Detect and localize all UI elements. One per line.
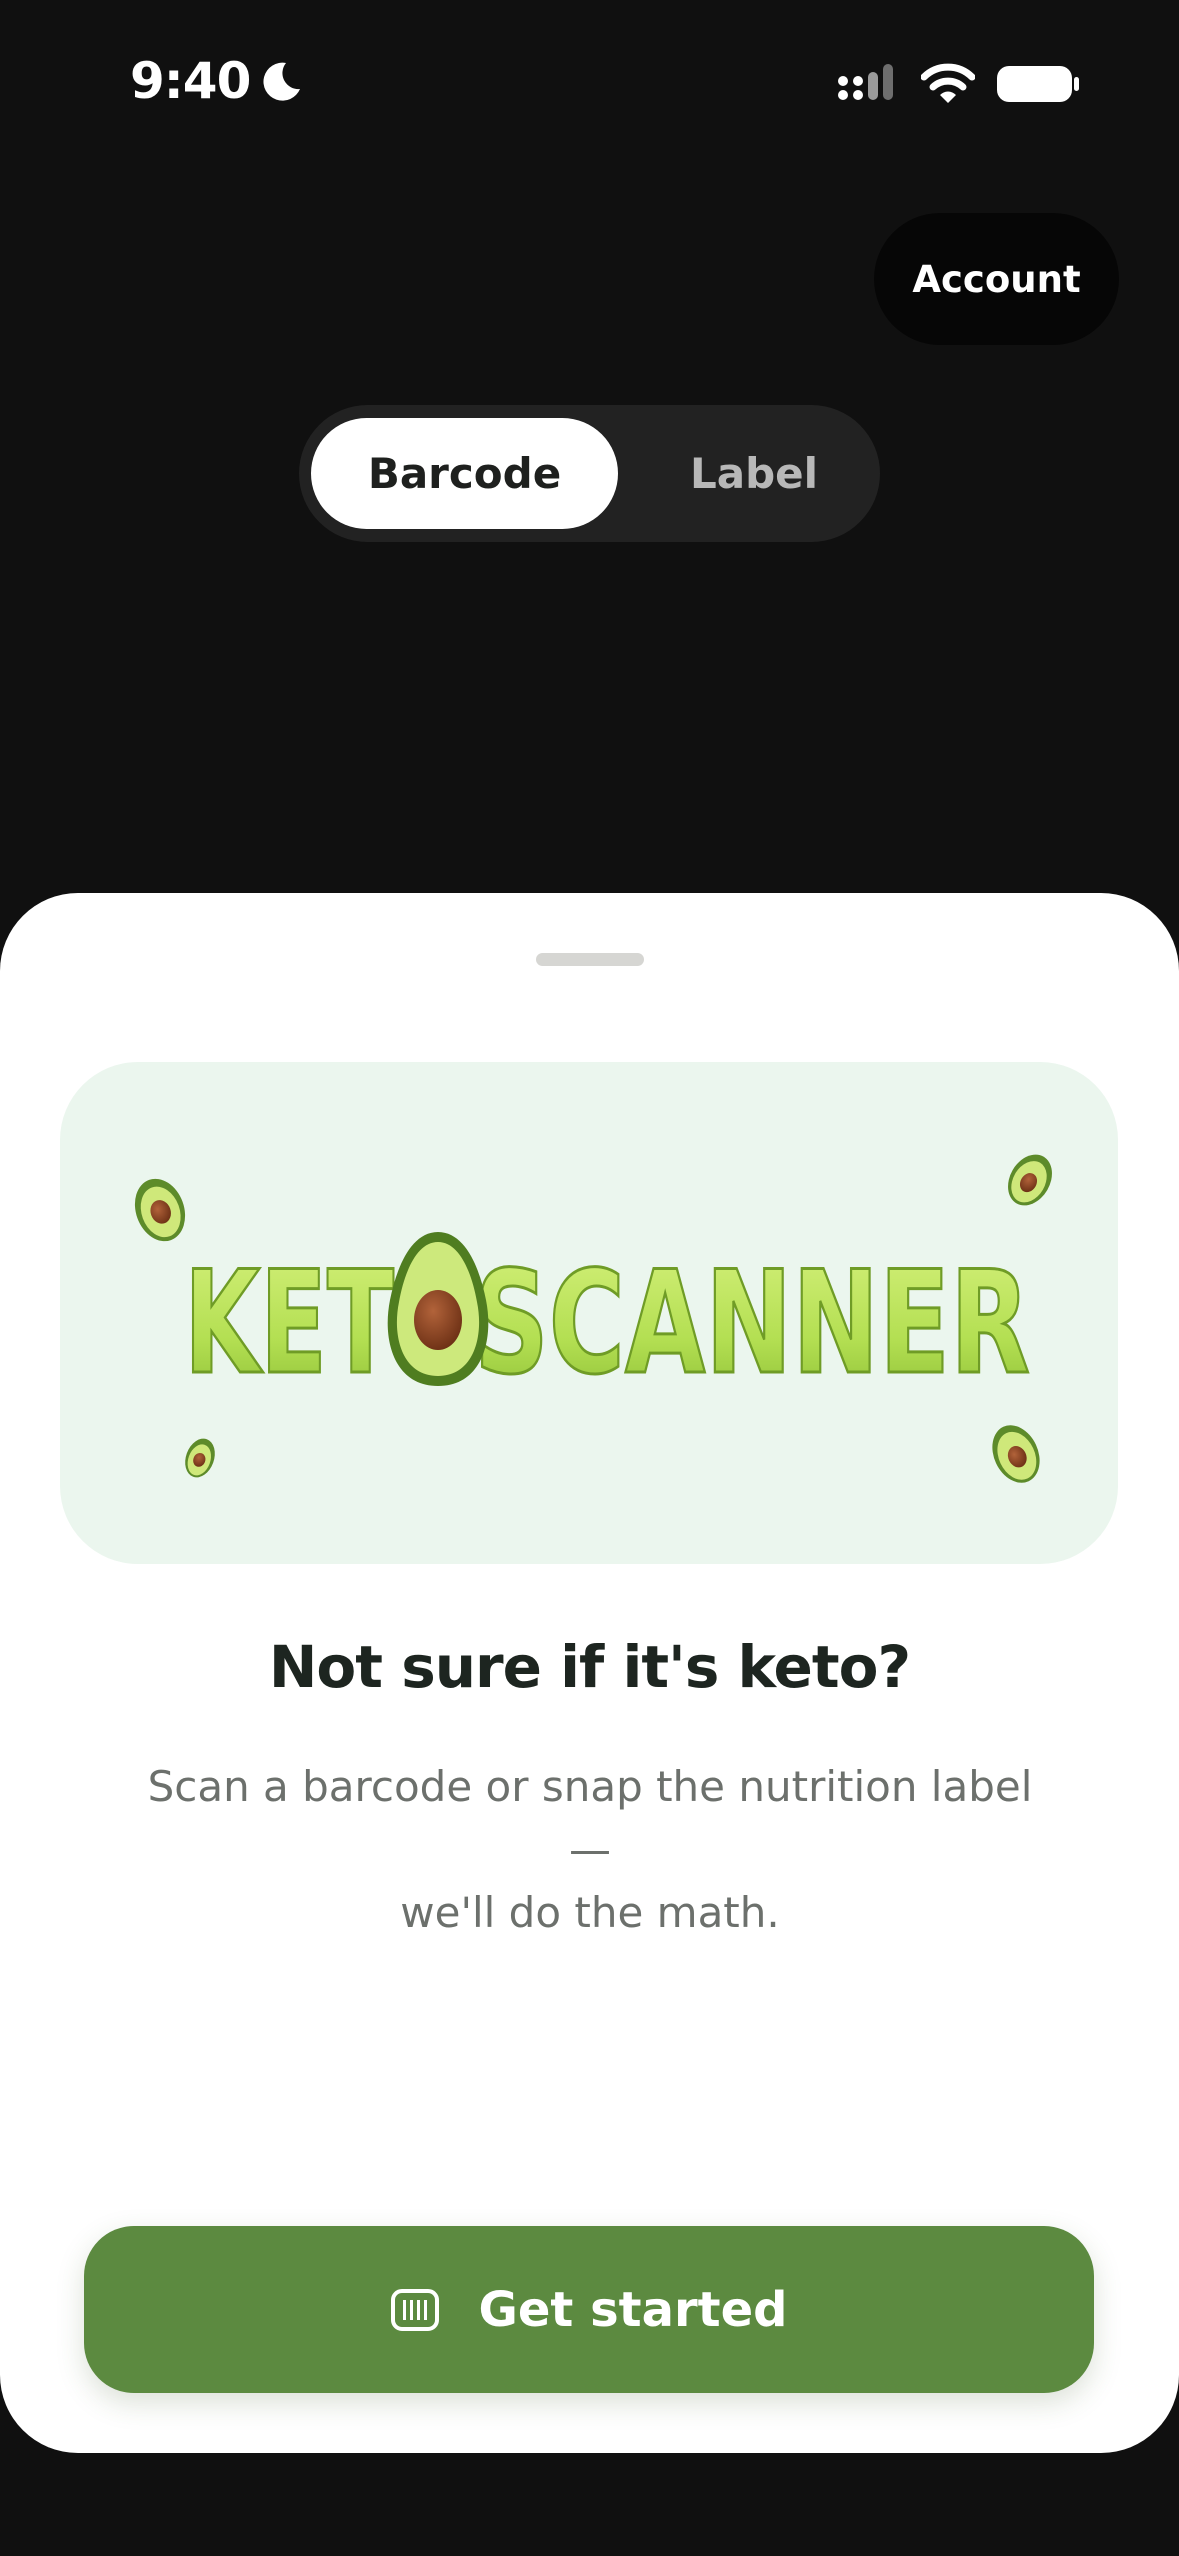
status-time: 9:40 bbox=[130, 52, 304, 110]
hero-banner: KET SCANNER bbox=[60, 1062, 1118, 1564]
svg-text:KET: KET bbox=[184, 1241, 394, 1406]
barcode-icon bbox=[391, 2288, 440, 2331]
mode-switch: Barcode Label bbox=[299, 405, 880, 542]
get-started-button[interactable]: Get started bbox=[84, 2226, 1094, 2393]
mode-tab-label[interactable]: Label bbox=[638, 418, 870, 529]
subtext-line-2: we'll do the math. bbox=[400, 1888, 780, 1937]
account-button[interactable]: Account bbox=[874, 213, 1119, 345]
battery-icon bbox=[997, 66, 1079, 102]
get-started-label: Get started bbox=[478, 2281, 788, 2338]
sheet-grabber[interactable] bbox=[536, 953, 644, 966]
mode-tab-barcode-label: Barcode bbox=[367, 449, 562, 498]
ketoscanner-logo: KET SCANNER bbox=[134, 1154, 1052, 1483]
logo-text: SCANNER bbox=[474, 1241, 1030, 1406]
avocado-icon bbox=[134, 1178, 186, 1242]
status-time-text: 9:40 bbox=[130, 52, 251, 110]
avocado-icon bbox=[992, 1425, 1040, 1483]
mode-tab-label-label: Label bbox=[689, 449, 819, 498]
account-button-label: Account bbox=[912, 257, 1081, 301]
wifi-icon bbox=[921, 63, 975, 103]
moon-icon bbox=[263, 62, 301, 101]
onboarding-sheet: KET SCANNER Not sure if it's keto? Scan … bbox=[0, 893, 1179, 2453]
status-icons bbox=[837, 62, 1079, 106]
subtext-line-1: Scan a barcode or snap the nutrition lab… bbox=[147, 1762, 1033, 1874]
app-screen: 9:40 Account Barcode Label KET SCANNER N… bbox=[0, 0, 1179, 2556]
signal-icon bbox=[838, 64, 893, 100]
subtext: Scan a barcode or snap the nutrition lab… bbox=[120, 1755, 1060, 1944]
mode-tab-barcode[interactable]: Barcode bbox=[311, 418, 618, 529]
avocado-icon bbox=[1008, 1154, 1052, 1206]
headline: Not sure if it's keto? bbox=[268, 1633, 911, 1701]
avocado-icon bbox=[185, 1438, 215, 1478]
